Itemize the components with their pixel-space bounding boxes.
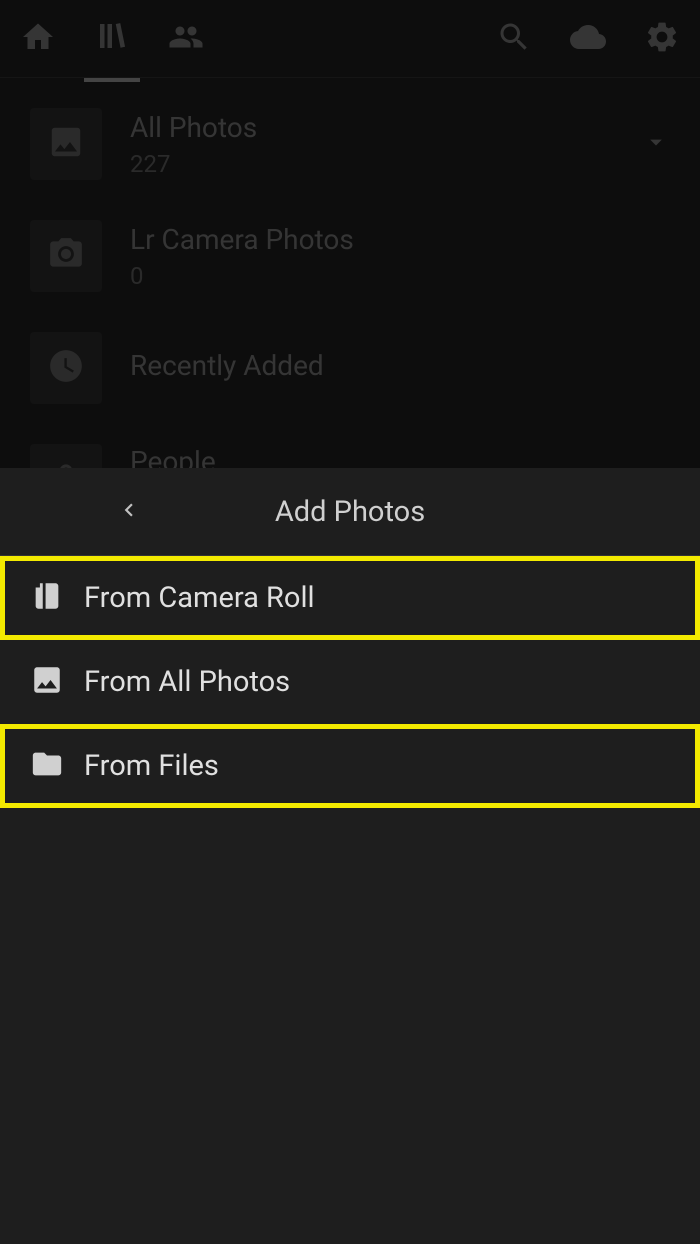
from-all-photos-button[interactable]: From All Photos <box>0 640 700 724</box>
library-item-title: Lr Camera Photos <box>130 223 670 256</box>
folder-icon <box>30 747 84 785</box>
library-item-count: 0 <box>130 262 670 290</box>
from-camera-roll-button[interactable]: From Camera Roll <box>0 556 700 640</box>
library-item-title: Recently Added <box>130 349 670 382</box>
library-item-count: 227 <box>130 150 642 178</box>
library-item-lr-camera[interactable]: Lr Camera Photos 0 <box>30 220 670 292</box>
library-item-title: All Photos <box>130 111 642 144</box>
cloud-icon[interactable] <box>570 19 606 59</box>
sheet-item-label: From All Photos <box>84 665 290 699</box>
sheet-item-label: From Files <box>84 749 219 783</box>
gear-icon[interactable] <box>644 19 680 59</box>
clock-icon <box>47 347 85 389</box>
search-icon[interactable] <box>496 19 532 59</box>
image-icon <box>47 123 85 165</box>
people-icon[interactable] <box>168 19 204 59</box>
add-photos-sheet: Add Photos From Camera Roll From All Pho… <box>0 468 700 1244</box>
back-button[interactable] <box>116 497 142 527</box>
sheet-title: Add Photos <box>0 495 700 529</box>
sheet-item-label: From Camera Roll <box>84 581 315 615</box>
from-files-button[interactable]: From Files <box>0 724 700 808</box>
library-list: All Photos 227 Lr Camera Photos 0 <box>0 78 700 514</box>
library-item-all-photos[interactable]: All Photos 227 <box>30 108 670 180</box>
library-icon[interactable] <box>94 18 130 60</box>
library-item-recently-added[interactable]: Recently Added <box>30 332 670 404</box>
camera-roll-icon <box>30 579 84 617</box>
sheet-header: Add Photos <box>0 468 700 556</box>
chevron-down-icon[interactable] <box>642 128 670 160</box>
home-icon[interactable] <box>20 19 56 59</box>
top-toolbar <box>0 0 700 78</box>
camera-icon <box>47 235 85 277</box>
image-icon <box>30 663 84 701</box>
